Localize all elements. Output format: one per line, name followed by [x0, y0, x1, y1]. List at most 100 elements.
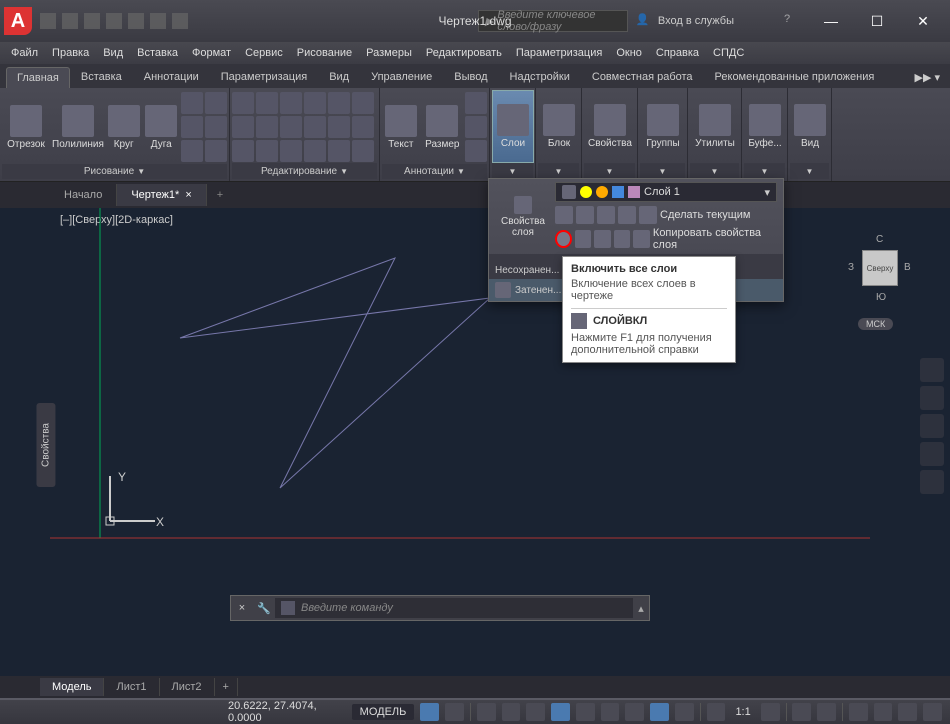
modify-icon[interactable] — [352, 92, 374, 114]
status-annoscale-icon[interactable] — [707, 703, 726, 721]
layer-selector[interactable]: Слой 1 ▾ — [555, 182, 777, 202]
app-exchange-icon[interactable] — [740, 13, 756, 29]
status-transparency-icon[interactable] — [601, 703, 620, 721]
modify-icon[interactable] — [304, 140, 326, 162]
menu-insert[interactable]: Вставка — [130, 47, 185, 59]
status-cycling-icon[interactable] — [625, 703, 644, 721]
layer-tool-icon[interactable] — [597, 206, 615, 224]
viewcube-east[interactable]: В — [904, 262, 911, 273]
groups-button[interactable]: Группы — [640, 90, 686, 163]
viewcube-top[interactable]: Сверху — [862, 250, 898, 286]
panel-label-view[interactable]: ▼ — [790, 163, 829, 179]
status-model[interactable]: МОДЕЛЬ — [352, 704, 415, 720]
modify-icon[interactable] — [304, 116, 326, 138]
annot-text-button[interactable]: Текст — [382, 90, 420, 164]
panel-label-modify[interactable]: Редактирование▼ — [232, 163, 377, 179]
draw-line-button[interactable]: Отрезок — [2, 90, 50, 164]
annot-small-icon[interactable] — [465, 116, 487, 138]
draw-small-icon[interactable] — [205, 140, 227, 162]
ribbon-tab-view[interactable]: Вид — [318, 66, 360, 88]
draw-small-icon[interactable] — [181, 116, 203, 138]
ribbon-tab-featured[interactable]: Рекомендованные приложения — [704, 66, 886, 88]
nav-orbit-icon[interactable] — [920, 442, 944, 466]
close-tab-icon[interactable]: × — [185, 189, 191, 201]
status-clean-icon[interactable] — [898, 703, 917, 721]
status-gear-icon[interactable] — [761, 703, 780, 721]
draw-small-icon[interactable] — [181, 92, 203, 114]
viewcube-south[interactable]: Ю — [876, 292, 886, 303]
panel-label-draw[interactable]: Рисование▼ — [2, 164, 227, 179]
cmdline-input[interactable]: Введите команду — [275, 598, 633, 618]
qat-plot-icon[interactable] — [128, 13, 144, 29]
layer-tool-icon[interactable] — [614, 230, 631, 248]
modify-icon[interactable] — [232, 116, 254, 138]
qat-new-icon[interactable] — [40, 13, 56, 29]
draw-small-icon[interactable] — [181, 140, 203, 162]
status-qprops-icon[interactable] — [675, 703, 694, 721]
viewcube-west[interactable]: З — [848, 262, 854, 273]
ribbon-tab-manage[interactable]: Управление — [360, 66, 443, 88]
cart-icon[interactable] — [762, 13, 778, 29]
status-lweight-icon[interactable] — [576, 703, 595, 721]
viewcube-wcs[interactable]: МСК — [858, 318, 893, 330]
status-hardware-icon[interactable] — [874, 703, 893, 721]
layout-tab-model[interactable]: Модель — [40, 678, 104, 696]
layer-properties-button[interactable]: Свойства слоя — [495, 192, 551, 242]
annot-small-icon[interactable] — [465, 92, 487, 114]
menu-draw[interactable]: Рисование — [290, 47, 359, 59]
view-button[interactable]: Вид — [790, 90, 830, 163]
mdi-close-icon[interactable] — [932, 46, 946, 60]
utilities-button[interactable]: Утилиты — [690, 90, 740, 163]
draw-small-icon[interactable] — [205, 92, 227, 114]
ribbon-play-icon[interactable]: ▶▶ ▾ — [905, 67, 950, 88]
panel-label-utilities[interactable]: ▼ — [690, 163, 739, 179]
menu-tools[interactable]: Сервис — [238, 47, 290, 59]
panel-label-layers[interactable]: ▼ — [492, 163, 533, 179]
draw-small-icon[interactable] — [205, 116, 227, 138]
doctab-current[interactable]: Чертеж1*× — [117, 184, 206, 206]
menu-dimension[interactable]: Размеры — [359, 47, 419, 59]
modify-icon[interactable] — [352, 140, 374, 162]
layout-tab-sheet2[interactable]: Лист2 — [160, 678, 215, 696]
layer-on-all-icon[interactable] — [555, 230, 572, 248]
modify-icon[interactable] — [328, 140, 350, 162]
status-polar-icon[interactable] — [502, 703, 521, 721]
nav-zoom-icon[interactable] — [920, 414, 944, 438]
menu-window[interactable]: Окно — [609, 47, 649, 59]
status-ortho-icon[interactable] — [477, 703, 496, 721]
drawing-canvas[interactable]: Свойства [–][Сверху][2D-каркас] Y X С Ю … — [0, 208, 950, 681]
ribbon-tab-parametric[interactable]: Параметризация — [210, 66, 318, 88]
modify-icon[interactable] — [328, 116, 350, 138]
menu-spds[interactable]: СПДС — [706, 47, 751, 59]
make-current-label[interactable]: Сделать текущим — [660, 209, 750, 221]
panel-label-block[interactable]: ▼ — [538, 163, 579, 179]
menu-modify[interactable]: Редактировать — [419, 47, 509, 59]
ribbon-tab-output[interactable]: Вывод — [443, 66, 498, 88]
status-dyninput-icon[interactable] — [650, 703, 669, 721]
clipboard-button[interactable]: Буфе... — [744, 90, 786, 163]
cmdline-expand-icon[interactable]: ▴ — [633, 602, 649, 615]
modify-icon[interactable] — [280, 140, 302, 162]
ribbon-tab-annotate[interactable]: Аннотации — [133, 66, 210, 88]
status-otrack-icon[interactable] — [551, 703, 570, 721]
doctab-add-button[interactable]: + — [207, 184, 233, 206]
status-grid-icon[interactable] — [420, 703, 439, 721]
ribbon-tab-addins[interactable]: Надстройки — [499, 66, 581, 88]
layer-matchprops-icon[interactable] — [633, 230, 650, 248]
layer-tool-icon[interactable] — [555, 206, 573, 224]
layers-button[interactable]: Слои — [492, 90, 534, 163]
help-icon[interactable]: ? — [784, 13, 800, 29]
minimize-button[interactable]: — — [808, 6, 854, 36]
modify-icon[interactable] — [280, 116, 302, 138]
maximize-button[interactable]: ☐ — [854, 6, 900, 36]
qat-save-icon[interactable] — [84, 13, 100, 29]
command-line[interactable]: × 🔧 Введите команду ▴ — [230, 595, 650, 621]
modify-icon[interactable] — [256, 140, 278, 162]
qat-undo-icon[interactable] — [150, 13, 166, 29]
viewcube[interactable]: С Ю З В Сверху МСК — [840, 218, 920, 338]
modify-icon[interactable] — [304, 92, 326, 114]
draw-circle-button[interactable]: Круг — [106, 90, 142, 164]
status-workspace-icon[interactable] — [792, 703, 811, 721]
cmdline-close-icon[interactable]: × — [231, 602, 253, 614]
menu-format[interactable]: Формат — [185, 47, 238, 59]
